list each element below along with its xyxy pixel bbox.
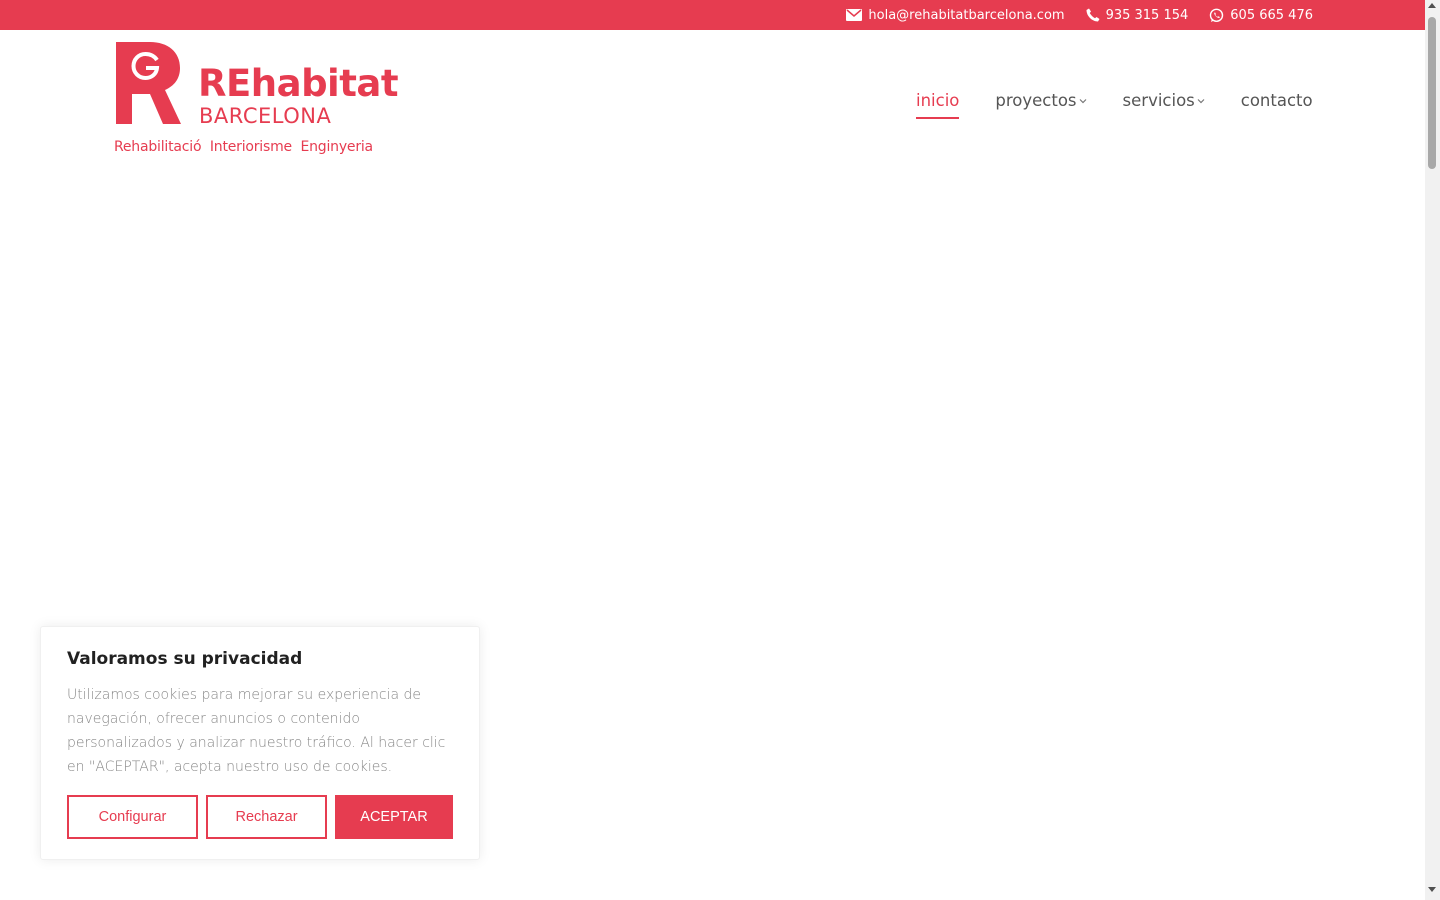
nav-item-contacto[interactable]: contacto <box>1241 91 1313 110</box>
logo-r-mark-icon <box>116 42 181 124</box>
chevron-down-icon <box>1079 99 1086 104</box>
whatsapp-link[interactable]: 605 665 476 <box>1209 8 1313 23</box>
phone-link[interactable]: 935 315 154 <box>1086 7 1189 23</box>
reject-button[interactable]: Rechazar <box>206 795 327 839</box>
chevron-down-icon <box>1197 99 1205 104</box>
site-header: REhabitat BARCELONA Rehabilitació Interi… <box>0 30 1425 170</box>
phone-icon <box>1086 8 1100 22</box>
main-nav: inicio proyectos servicios contacto <box>916 88 1313 119</box>
scroll-thumb[interactable] <box>1428 17 1436 169</box>
scroll-down-arrow-icon[interactable] <box>1428 887 1436 892</box>
configure-button[interactable]: Configurar <box>67 795 198 839</box>
nav-item-label: servicios <box>1122 90 1195 110</box>
accept-button[interactable]: ACEPTAR <box>335 795 453 839</box>
whatsapp-icon <box>1210 8 1224 22</box>
email-text: hola@rehabitatbarcelona.com <box>868 7 1065 23</box>
email-link[interactable]: hola@rehabitatbarcelona.com <box>846 7 1065 23</box>
nav-item-label: contacto <box>1240 90 1313 110</box>
top-contact-bar: hola@rehabitatbarcelona.com 935 315 154 … <box>0 0 1425 30</box>
nav-item-servicios[interactable]: servicios <box>1123 91 1205 110</box>
mail-icon <box>846 9 863 21</box>
logo-city: BARCELONA <box>199 104 332 128</box>
whatsapp-text: 605 665 476 <box>1230 7 1313 23</box>
scroll-up-arrow-icon[interactable] <box>1428 3 1436 8</box>
logo-tagline: Rehabilitació Interiorisme Enginyeria <box>114 139 373 155</box>
nav-item-proyectos[interactable]: proyectos <box>995 91 1086 110</box>
cookie-text: Utilizamos cookies para mejorar su exper… <box>67 687 446 775</box>
cookie-title: Valoramos su privacidad <box>67 649 303 669</box>
nav-item-label: inicio <box>916 90 960 110</box>
cookie-consent-banner: Valoramos su privacidad Utilizamos cooki… <box>40 626 480 860</box>
nav-item-inicio[interactable]: inicio <box>916 90 960 119</box>
logo-name: REhabitat <box>198 62 399 105</box>
site-logo[interactable]: REhabitat BARCELONA Rehabilitació Interi… <box>114 42 399 160</box>
page-scrollbar[interactable] <box>1425 0 1440 900</box>
nav-item-label: proyectos <box>995 90 1077 110</box>
phone-text: 935 315 154 <box>1105 7 1189 23</box>
cookie-buttons: Configurar Rechazar ACEPTAR <box>67 795 453 839</box>
